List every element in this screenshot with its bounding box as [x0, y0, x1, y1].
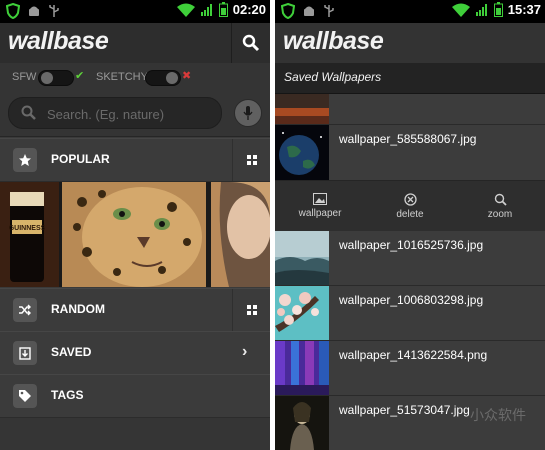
action-label: zoom [487, 208, 513, 220]
search-row [0, 93, 270, 137]
download-icon [13, 341, 37, 365]
wallpaper-thumbnail [275, 125, 329, 180]
list-item[interactable]: wallpaper_1413622584.png [275, 341, 545, 396]
saved-wallpapers-screen: 15:37 wallbase Saved Wallpapers wallpape… [275, 0, 545, 450]
shield-icon [6, 3, 20, 19]
shuffle-icon [13, 298, 37, 322]
delete-button[interactable]: delete [365, 181, 455, 231]
chevron-right-icon: › [242, 343, 248, 360]
content-filter-row: SFW ✔ SKETCHY ✖ [0, 63, 270, 93]
wallpaper-thumbnail [275, 231, 329, 285]
list-item-selected[interactable]: wallpaper_585588067.jpg [275, 125, 545, 181]
android-icon [304, 6, 314, 16]
wifi-icon [176, 3, 195, 17]
search-input[interactable] [45, 104, 219, 124]
search-icon [242, 34, 260, 52]
toggle-knob [166, 72, 178, 84]
status-bar: 02:20 [0, 0, 270, 23]
usb-icon [49, 5, 59, 17]
android-icon [29, 6, 39, 16]
grid-icon [247, 305, 257, 315]
wallpaper-thumbnail [275, 286, 329, 340]
zoom-icon [494, 193, 507, 206]
wallpaper-thumbnail [275, 396, 329, 450]
grid-view-button[interactable] [232, 139, 270, 181]
nav-item-tags[interactable]: TAGS [0, 374, 270, 418]
list-item[interactable]: wallpaper_1016525736.jpg [275, 231, 545, 286]
zoom-button[interactable]: zoom [455, 181, 545, 231]
nav-item-saved[interactable]: SAVED › [0, 331, 270, 375]
saved-wallpapers-header: Saved Wallpapers [275, 63, 545, 94]
tag-icon [13, 384, 37, 408]
wallpaper-thumbnail [275, 341, 329, 395]
microphone-icon [243, 106, 253, 120]
search-button[interactable] [231, 23, 270, 63]
sfw-label: SFW [12, 71, 37, 83]
nav-item-random[interactable]: RANDOM [0, 288, 270, 332]
image-icon [313, 193, 327, 205]
nav-label-popular: POPULAR [51, 152, 110, 166]
battery-icon [493, 2, 503, 17]
nav-item-popular[interactable]: POPULAR [0, 138, 270, 182]
wallpaper-thumbnail [275, 94, 329, 124]
usb-icon [324, 5, 334, 17]
wallpaper-thumbnail-leopard[interactable] [62, 182, 206, 287]
file-name: wallpaper_585588067.jpg [339, 132, 477, 146]
page-title: Saved Wallpapers [284, 70, 382, 84]
sfw-toggle[interactable] [38, 70, 74, 86]
grid-view-button[interactable] [232, 289, 270, 331]
app-logo: wallbase [8, 27, 109, 55]
toggle-knob [41, 72, 53, 84]
action-label: wallpaper [298, 208, 342, 219]
item-action-bar: wallpaper delete zoom [275, 180, 545, 232]
sketchy-label: SKETCHY [96, 71, 148, 83]
app-title-bar: wallbase [0, 23, 270, 64]
thumbnail-watermark: GUINNESS [9, 225, 46, 232]
file-name: wallpaper_1016525736.jpg [339, 238, 484, 252]
search-icon [21, 105, 36, 120]
signal-icon [475, 3, 487, 16]
file-name: wallpaper_1413622584.png [339, 348, 488, 362]
status-time: 02:20 [232, 2, 266, 17]
nav-label-saved: SAVED [51, 345, 92, 359]
file-name: wallpaper_1006803298.jpg [339, 293, 484, 307]
cross-icon: ✖ [182, 70, 192, 82]
delete-icon [403, 192, 417, 206]
main-menu-screen: 02:20 wallbase SFW ✔ SKETCHY ✖ POPULAR [0, 0, 270, 450]
list-item[interactable]: wallpaper_1006803298.jpg [275, 286, 545, 341]
sketchy-toggle[interactable] [145, 70, 181, 86]
battery-icon [218, 2, 228, 17]
set-wallpaper-button[interactable]: wallpaper [275, 181, 365, 231]
app-logo: wallbase [283, 27, 384, 55]
wallpaper-thumbnail-guinness[interactable]: GUINNESS [0, 182, 59, 287]
popular-thumbnail-strip: GUINNESS [0, 182, 270, 287]
check-icon: ✔ [75, 70, 85, 82]
signal-icon [200, 3, 212, 16]
status-time: 15:37 [507, 2, 541, 17]
site-watermark: 小众软件 [470, 407, 526, 423]
voice-search-button[interactable] [234, 99, 262, 127]
file-name: wallpaper_51573047.jpg [339, 403, 470, 417]
star-icon [13, 148, 37, 172]
wallpaper-thumbnail-portrait[interactable] [211, 182, 270, 287]
status-bar: 15:37 [275, 0, 545, 23]
menu-footer [0, 418, 270, 450]
list-item[interactable] [275, 94, 545, 125]
nav-label-tags: TAGS [51, 388, 84, 402]
search-box [8, 97, 222, 129]
action-label: delete [396, 208, 424, 220]
app-title-bar: wallbase [275, 23, 545, 64]
nav-label-random: RANDOM [51, 302, 105, 316]
shield-icon [281, 3, 295, 19]
grid-icon [247, 155, 257, 165]
wifi-icon [451, 3, 470, 17]
